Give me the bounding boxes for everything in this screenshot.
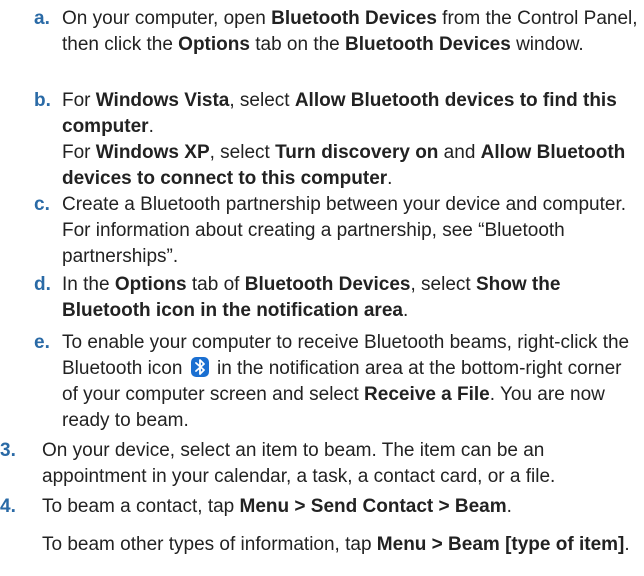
emphasis-text: Menu > Send Contact > Beam [239,496,507,517]
emphasis-text: Bluetooth Devices [271,8,437,29]
sub-step-marker: d. [34,274,51,295]
body-text: tab of [186,274,245,295]
body-text: . [387,168,393,189]
emphasis-text: Options [114,274,187,295]
sub-step-marker: a. [34,8,50,29]
emphasis-text: Windows XP [95,142,210,163]
emphasis-text: Receive a File [364,384,490,405]
sub-step-a: a. On your computer, open Bluetooth Devi… [34,6,642,58]
body-text: . [148,116,154,137]
body-text: window. [510,34,584,55]
body-text: . [506,496,512,517]
body-text: tab on the [249,34,346,55]
body-text: Create a Bluetooth partnership between y… [62,194,627,267]
body-text: , select [209,142,276,163]
bluetooth-icon [190,357,209,377]
instruction-page: a. On your computer, open Bluetooth Devi… [0,0,644,576]
sub-step-d: d. In the Options tab of Bluetooth Devic… [34,272,642,324]
step-text: On your device, select an item to beam. … [42,438,640,490]
body-text: In the [62,274,115,295]
body-text: For [62,90,96,111]
emphasis-text: Bluetooth Devices [244,274,411,295]
step-marker: 4. [0,496,16,517]
body-text: . [624,534,630,555]
emphasis-text: Menu > Beam [type of item] [376,534,625,555]
emphasis-text: Windows Vista [95,90,230,111]
sub-step-marker: c. [34,194,50,215]
body-text: To beam a contact, tap [42,496,240,517]
body-text: and [438,142,481,163]
step-marker: 3. [0,440,16,461]
body-text: To beam other types of information, tap [42,534,377,555]
body-text: , select [410,274,476,295]
sub-step-marker: e. [34,332,50,353]
sub-step-text: To enable your computer to receive Bluet… [62,330,642,434]
sub-step-e: e. To enable your computer to receive Bl… [34,330,642,434]
body-text: On your device, select an item to beam. … [42,440,556,487]
body-text: On your computer, open [62,8,272,29]
body-text: . [402,300,409,321]
emphasis-text: Options [178,34,250,55]
step-text-2: To beam other types of information, tap … [42,532,640,558]
step-3: 3. On your device, select an item to bea… [0,438,640,490]
body-text: For [62,142,96,163]
step-4: 4. To beam a contact, tap Menu > Send Co… [0,494,640,558]
sub-step-text: For Windows Vista, select Allow Bluetoot… [62,88,642,140]
body-text: , select [229,90,295,111]
sub-step-c: c. Create a Bluetooth partnership betwee… [34,192,642,270]
sub-step-text-2: For Windows XP, select Turn discovery on… [62,140,642,192]
sub-step-b: b. For Windows Vista, select Allow Bluet… [34,88,642,192]
sub-step-marker: b. [34,90,51,111]
sub-step-text: On your computer, open Bluetooth Devices… [62,6,642,58]
sub-step-text: Create a Bluetooth partnership between y… [62,192,642,270]
sub-step-text: In the Options tab of Bluetooth Devices,… [62,272,642,324]
emphasis-text: Turn discovery on [275,142,439,163]
emphasis-text: Bluetooth Devices [345,34,511,55]
step-text: To beam a contact, tap Menu > Send Conta… [42,494,640,520]
